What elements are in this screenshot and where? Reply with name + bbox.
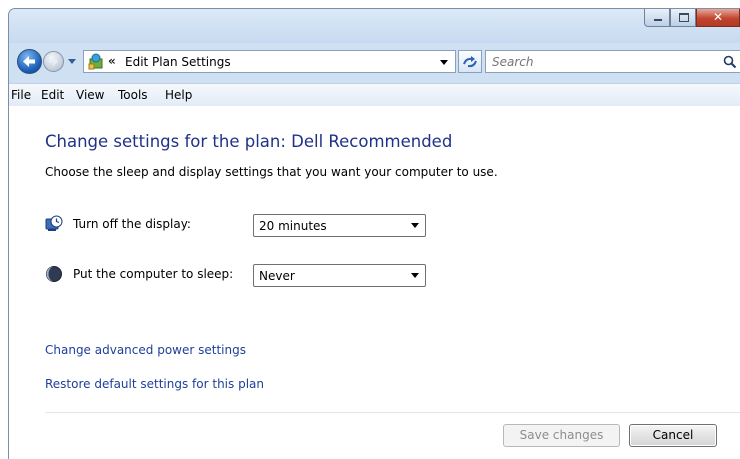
menu-file[interactable]: File <box>11 88 31 102</box>
save-changes-button[interactable]: Save changes <box>503 424 620 447</box>
menu-tools[interactable]: Tools <box>118 88 148 102</box>
display-clock-icon <box>45 215 63 231</box>
content-pane: Change settings for the plan: Dell Recom… <box>9 106 740 459</box>
forward-button[interactable] <box>43 51 64 72</box>
maximize-icon <box>671 9 695 26</box>
display-timeout-select[interactable]: 20 minutes <box>253 214 426 237</box>
minimize-button[interactable] <box>644 9 670 27</box>
chevron-down-icon <box>411 273 419 278</box>
chevron-down-icon <box>411 223 419 228</box>
control-panel-icon <box>88 53 103 70</box>
back-arrow-icon <box>23 56 35 67</box>
maximize-button[interactable] <box>670 9 696 27</box>
sleep-moon-icon <box>46 266 62 282</box>
address-dropdown-icon[interactable] <box>437 55 451 69</box>
page-description: Choose the sleep and display settings th… <box>45 165 498 179</box>
footer-divider <box>45 412 740 413</box>
page-title: Change settings for the plan: Dell Recom… <box>45 132 453 151</box>
back-button[interactable] <box>17 49 42 74</box>
title-bar[interactable]: ✕ <box>9 9 740 43</box>
menu-help[interactable]: Help <box>165 88 192 102</box>
breadcrumb-edit-plan-settings[interactable]: Edit Plan Settings <box>125 55 231 69</box>
advanced-power-settings-link[interactable]: Change advanced power settings <box>45 343 246 357</box>
restore-defaults-link[interactable]: Restore default settings for this plan <box>45 377 264 391</box>
refresh-button[interactable] <box>458 50 482 73</box>
minimize-icon <box>645 9 669 26</box>
menu-view[interactable]: View <box>76 88 104 102</box>
close-icon: ✕ <box>712 10 724 24</box>
address-bar[interactable]: « Edit Plan Settings <box>83 50 456 73</box>
cancel-button[interactable]: Cancel <box>629 424 717 447</box>
close-button[interactable]: ✕ <box>696 9 740 27</box>
sleep-timeout-select[interactable]: Never <box>253 264 426 287</box>
navigation-bar: « Edit Plan Settings <box>9 49 740 75</box>
refresh-icon <box>463 56 477 68</box>
explorer-window: ✕ « Edit Plan Settings Search File Edit … <box>8 8 740 459</box>
sleep-timeout-label: Put the computer to sleep: <box>73 267 234 281</box>
display-timeout-value: 20 minutes <box>259 219 327 233</box>
sleep-timeout-value: Never <box>259 269 295 283</box>
search-box[interactable] <box>485 50 740 73</box>
history-dropdown-icon[interactable] <box>67 56 77 66</box>
search-input[interactable] <box>492 53 712 70</box>
menu-bar: File Edit View Tools Help <box>9 83 740 107</box>
forward-arrow-icon <box>49 57 58 66</box>
breadcrumb-chevron[interactable]: « <box>108 54 116 68</box>
window-controls: ✕ <box>644 9 740 29</box>
search-icon[interactable] <box>723 55 737 69</box>
menu-edit[interactable]: Edit <box>41 88 64 102</box>
display-timeout-label: Turn off the display: <box>73 217 191 231</box>
